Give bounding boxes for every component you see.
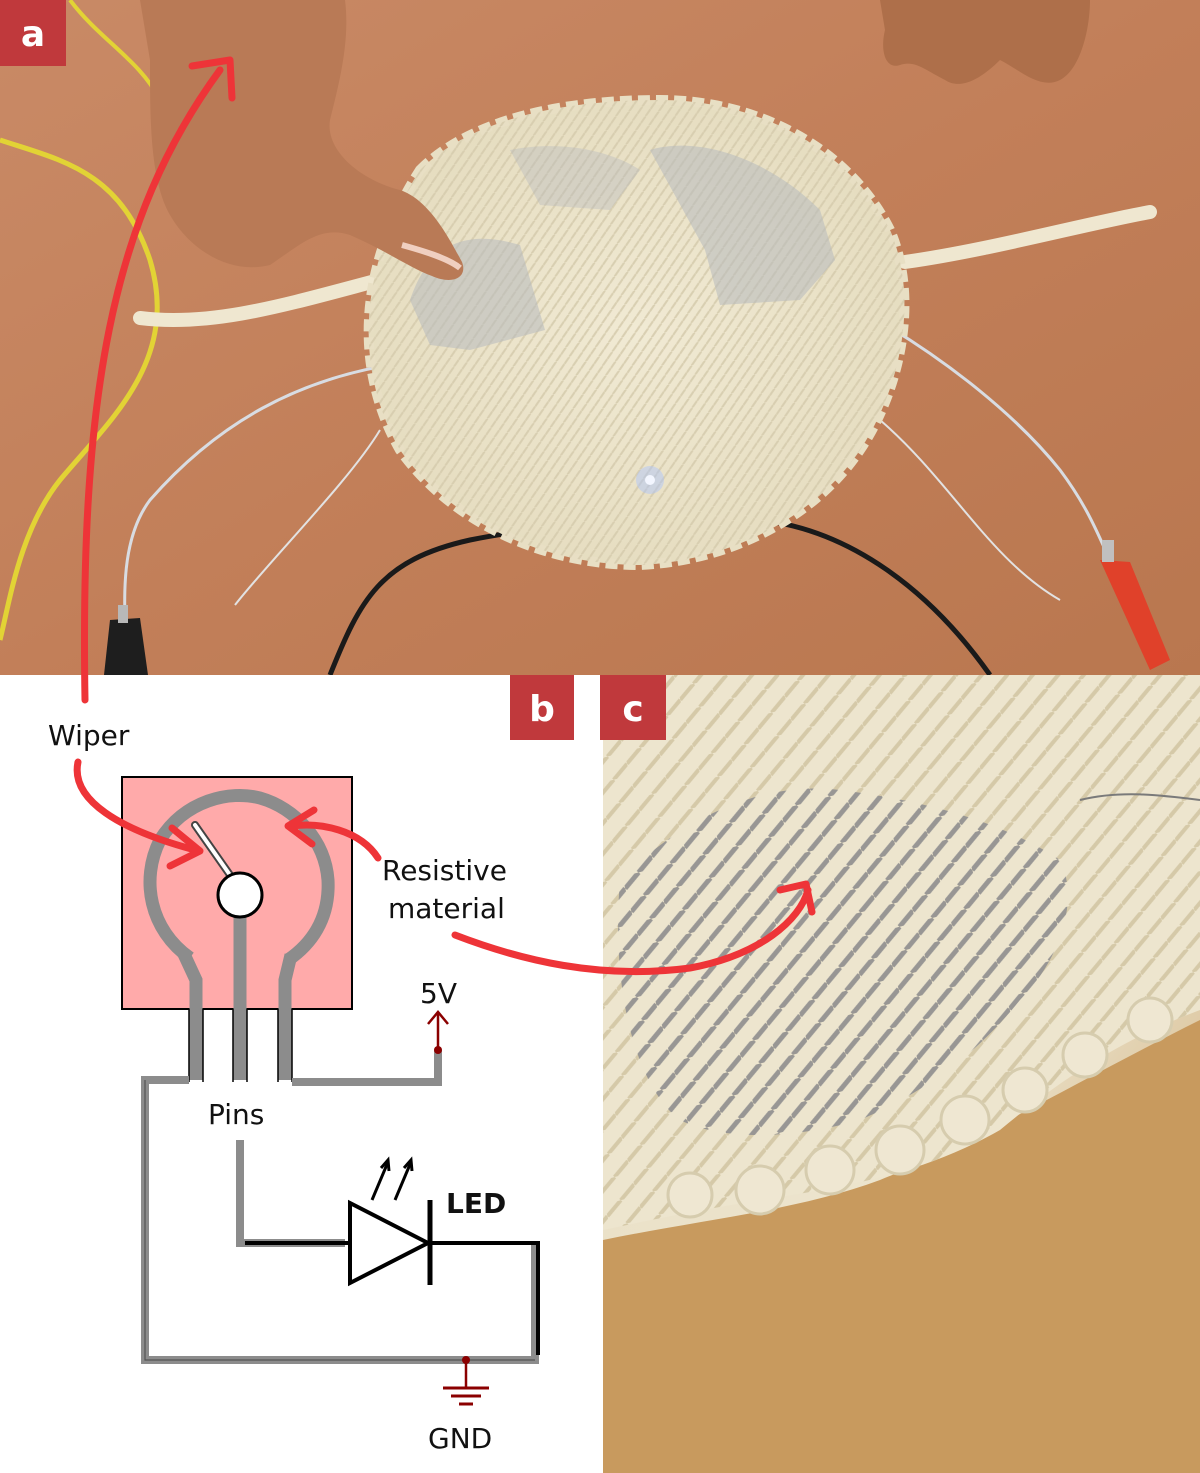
panel-c-badge-label: c [622, 689, 643, 730]
label-resistive-line2: material [388, 892, 505, 925]
panel-a-photo [0, 0, 1200, 675]
pin-right [278, 953, 298, 1080]
panel-b-badge: b [510, 675, 574, 740]
led-light [645, 475, 655, 485]
label-pins: Pins [208, 1098, 264, 1131]
panel-c-closeup-photo [603, 675, 1200, 1473]
figure-canvas: a Wiper Resistive material Pins LED 5V G… [0, 0, 1200, 1473]
label-5v: 5V [420, 977, 457, 1010]
label-gnd: GND [428, 1422, 492, 1455]
panel-c-badge: c [600, 675, 666, 740]
label-wiper: Wiper [48, 719, 130, 752]
panel-a-badge: a [0, 0, 66, 66]
label-led: LED [446, 1187, 506, 1220]
panel-b-badge-label: b [529, 689, 555, 730]
label-resistive-line1: Resistive [382, 854, 507, 887]
wiper-pivot [216, 871, 264, 919]
panel-a-badge-label: a [21, 14, 45, 55]
